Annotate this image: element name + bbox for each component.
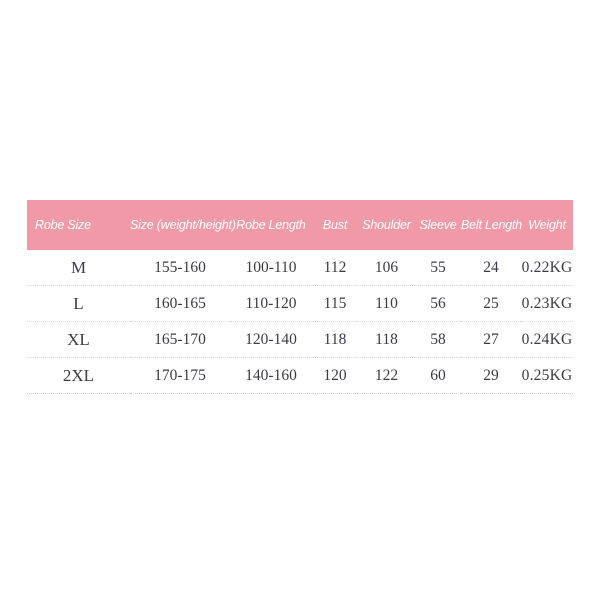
cell-size-weight-height: 155-160: [130, 250, 230, 286]
cell-bust: 110: [358, 285, 415, 322]
cell-robe-size: XL: [27, 321, 130, 358]
table-header: Robe Size Size (weight/height) Robe Leng…: [27, 200, 573, 250]
table-row: M 155-160 100-110 112 106 55 24 0.22KG: [27, 250, 573, 286]
cell-shoulder: 58: [415, 321, 461, 358]
cell-bust: 106: [358, 250, 415, 286]
cell-shoulder: 60: [415, 357, 461, 394]
table-header-row: Robe Size Size (weight/height) Robe Leng…: [27, 200, 573, 250]
table-row: L 160-165 110-120 115 110 56 25 0.23KG: [27, 285, 573, 322]
column-header-robe-size: Robe Size: [35, 218, 91, 232]
cell-size-weight-height-2: 140-160: [230, 357, 312, 394]
cell-robe-size: 2XL: [27, 357, 130, 394]
cell-sleeve: 27: [461, 321, 521, 358]
cell-size-weight-height: 165-170: [130, 321, 230, 358]
table-body: M 155-160 100-110 112 106 55 24 0.22KG L…: [27, 250, 573, 394]
column-header-weight: Weight: [528, 218, 566, 232]
cell-shoulder: 55: [415, 250, 461, 286]
cell-robe-length: 118: [312, 321, 358, 358]
table-row: 2XL 170-175 140-160 120 122 60 29 0.25KG: [27, 357, 573, 394]
cell-sleeve: 25: [461, 285, 521, 322]
column-header-size-weight-height: Size (weight/height): [130, 218, 236, 232]
column-header-belt-length: Belt Length: [461, 218, 523, 232]
cell-shoulder: 56: [415, 285, 461, 322]
column-header-robe-length: Robe Length: [236, 218, 306, 232]
cell-robe-length: 115: [312, 285, 358, 322]
cell-weight: 0.22KG: [521, 250, 573, 286]
cell-robe-size: M: [27, 250, 130, 286]
cell-robe-length: 112: [312, 250, 358, 286]
cell-bust: 118: [358, 321, 415, 358]
cell-size-weight-height-2: 110-120: [230, 285, 312, 322]
cell-robe-size: L: [27, 285, 130, 322]
cell-weight: 0.24KG: [521, 321, 573, 358]
column-header-bust: Bust: [322, 218, 348, 232]
cell-robe-length: 120: [312, 357, 358, 394]
cell-size-weight-height: 170-175: [130, 357, 230, 394]
cell-size-weight-height-2: 100-110: [230, 250, 312, 286]
cell-sleeve: 24: [461, 250, 521, 286]
column-header-sleeve: Sleeve: [419, 218, 457, 232]
cell-size-weight-height-2: 120-140: [230, 321, 312, 358]
size-chart-table: Robe Size Size (weight/height) Robe Leng…: [27, 200, 573, 394]
cell-weight: 0.23KG: [521, 285, 573, 322]
cell-weight: 0.25KG: [521, 357, 573, 394]
size-chart-container: Robe Size Size (weight/height) Robe Leng…: [27, 200, 573, 394]
column-header-shoulder: Shoulder: [362, 218, 411, 232]
table-row: XL 165-170 120-140 118 118 58 27 0.24KG: [27, 321, 573, 358]
cell-bust: 122: [358, 357, 415, 394]
cell-sleeve: 29: [461, 357, 521, 394]
cell-size-weight-height: 160-165: [130, 285, 230, 322]
